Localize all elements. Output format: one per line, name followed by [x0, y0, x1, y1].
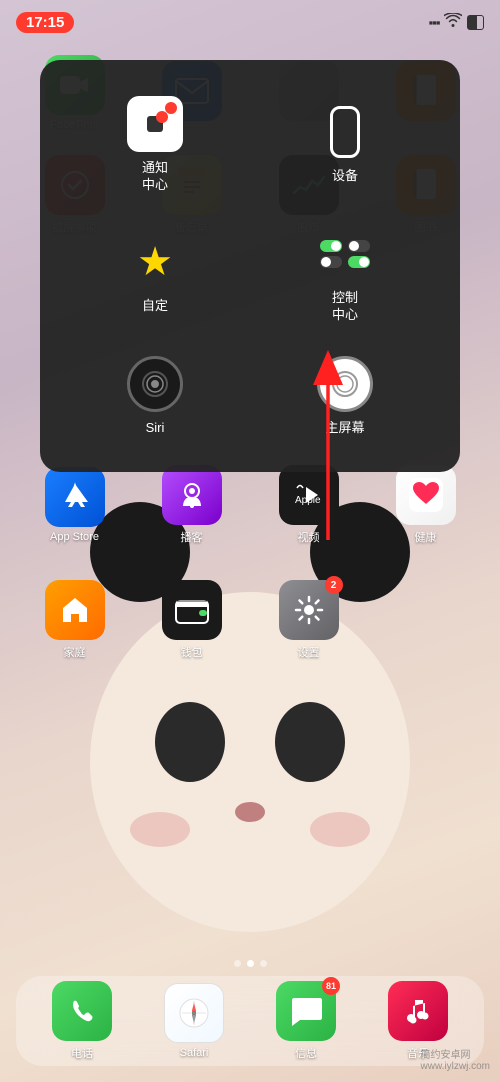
- menu-item-customize[interactable]: ★ 自定: [60, 210, 250, 340]
- device-label: 设备: [332, 168, 358, 185]
- app-podcasts-label: 播客: [181, 529, 203, 545]
- control-center-label: 控制中心: [332, 290, 358, 324]
- status-icons: ▪▪▪ ▓: [429, 13, 484, 31]
- page-dot-3: [260, 960, 267, 967]
- dock-phone[interactable]: 电话: [47, 981, 117, 1061]
- app-wallet-label: 钱包: [181, 644, 203, 660]
- watermark: 简约安卓网 www.iylzwj.com: [421, 1046, 490, 1072]
- menu-item-device[interactable]: 设备: [250, 80, 440, 210]
- app-settings[interactable]: 2 设置: [274, 580, 344, 660]
- dock-phone-label: 电话: [71, 1045, 93, 1061]
- menu-item-siri[interactable]: Siri: [60, 340, 250, 453]
- context-menu: 通知中心 设备 ★ 自定 控制中心: [40, 60, 460, 472]
- app-appstore-label: App Store: [50, 531, 99, 543]
- app-empty-4: [391, 588, 461, 652]
- app-health[interactable]: 健康: [391, 465, 461, 545]
- customize-icon: ★: [127, 234, 183, 290]
- dock-safari[interactable]: Safari: [159, 983, 229, 1059]
- customize-label: 自定: [142, 298, 168, 315]
- page-dots: [0, 960, 500, 967]
- siri-icon: [127, 356, 183, 412]
- settings-badge: 2: [325, 576, 343, 594]
- dock: 电话 Safari 81 信息: [16, 976, 484, 1066]
- app-podcasts[interactable]: 播客: [157, 465, 227, 545]
- app-home[interactable]: 家庭: [40, 580, 110, 660]
- signal-icon: ▪▪▪: [429, 15, 440, 30]
- notification-center-label: 通知中心: [142, 160, 168, 194]
- menu-item-controlcenter[interactable]: 控制中心: [250, 210, 440, 340]
- dock-messages[interactable]: 81 信息: [271, 981, 341, 1061]
- control-center-icon: [317, 226, 373, 282]
- status-time: 17:15: [16, 12, 74, 33]
- page-dot-2: [247, 960, 254, 967]
- battery-icon: ▓: [467, 15, 484, 30]
- app-health-label: 健康: [415, 529, 437, 545]
- notification-center-icon: [127, 96, 183, 152]
- red-arrow: [298, 340, 358, 560]
- device-icon: [317, 104, 373, 160]
- siri-label: Siri: [146, 420, 165, 437]
- apps-row-3: App Store 播客 Apple 视频: [0, 465, 500, 545]
- messages-badge: 81: [322, 977, 340, 995]
- page-dot-1: [234, 960, 241, 967]
- dock-messages-label: 信息: [295, 1045, 317, 1061]
- menu-item-notification[interactable]: 通知中心: [60, 80, 250, 210]
- app-settings-label: 设置: [298, 644, 320, 660]
- wifi-icon: [444, 13, 462, 31]
- dock-safari-label: Safari: [180, 1047, 209, 1059]
- status-bar: 17:15 ▪▪▪ ▓: [0, 0, 500, 44]
- app-appstore[interactable]: App Store: [40, 467, 110, 543]
- app-wallet[interactable]: 钱包: [157, 580, 227, 660]
- app-home-label: 家庭: [64, 644, 86, 660]
- apps-row-4: 家庭 钱包 2 设置: [0, 580, 500, 660]
